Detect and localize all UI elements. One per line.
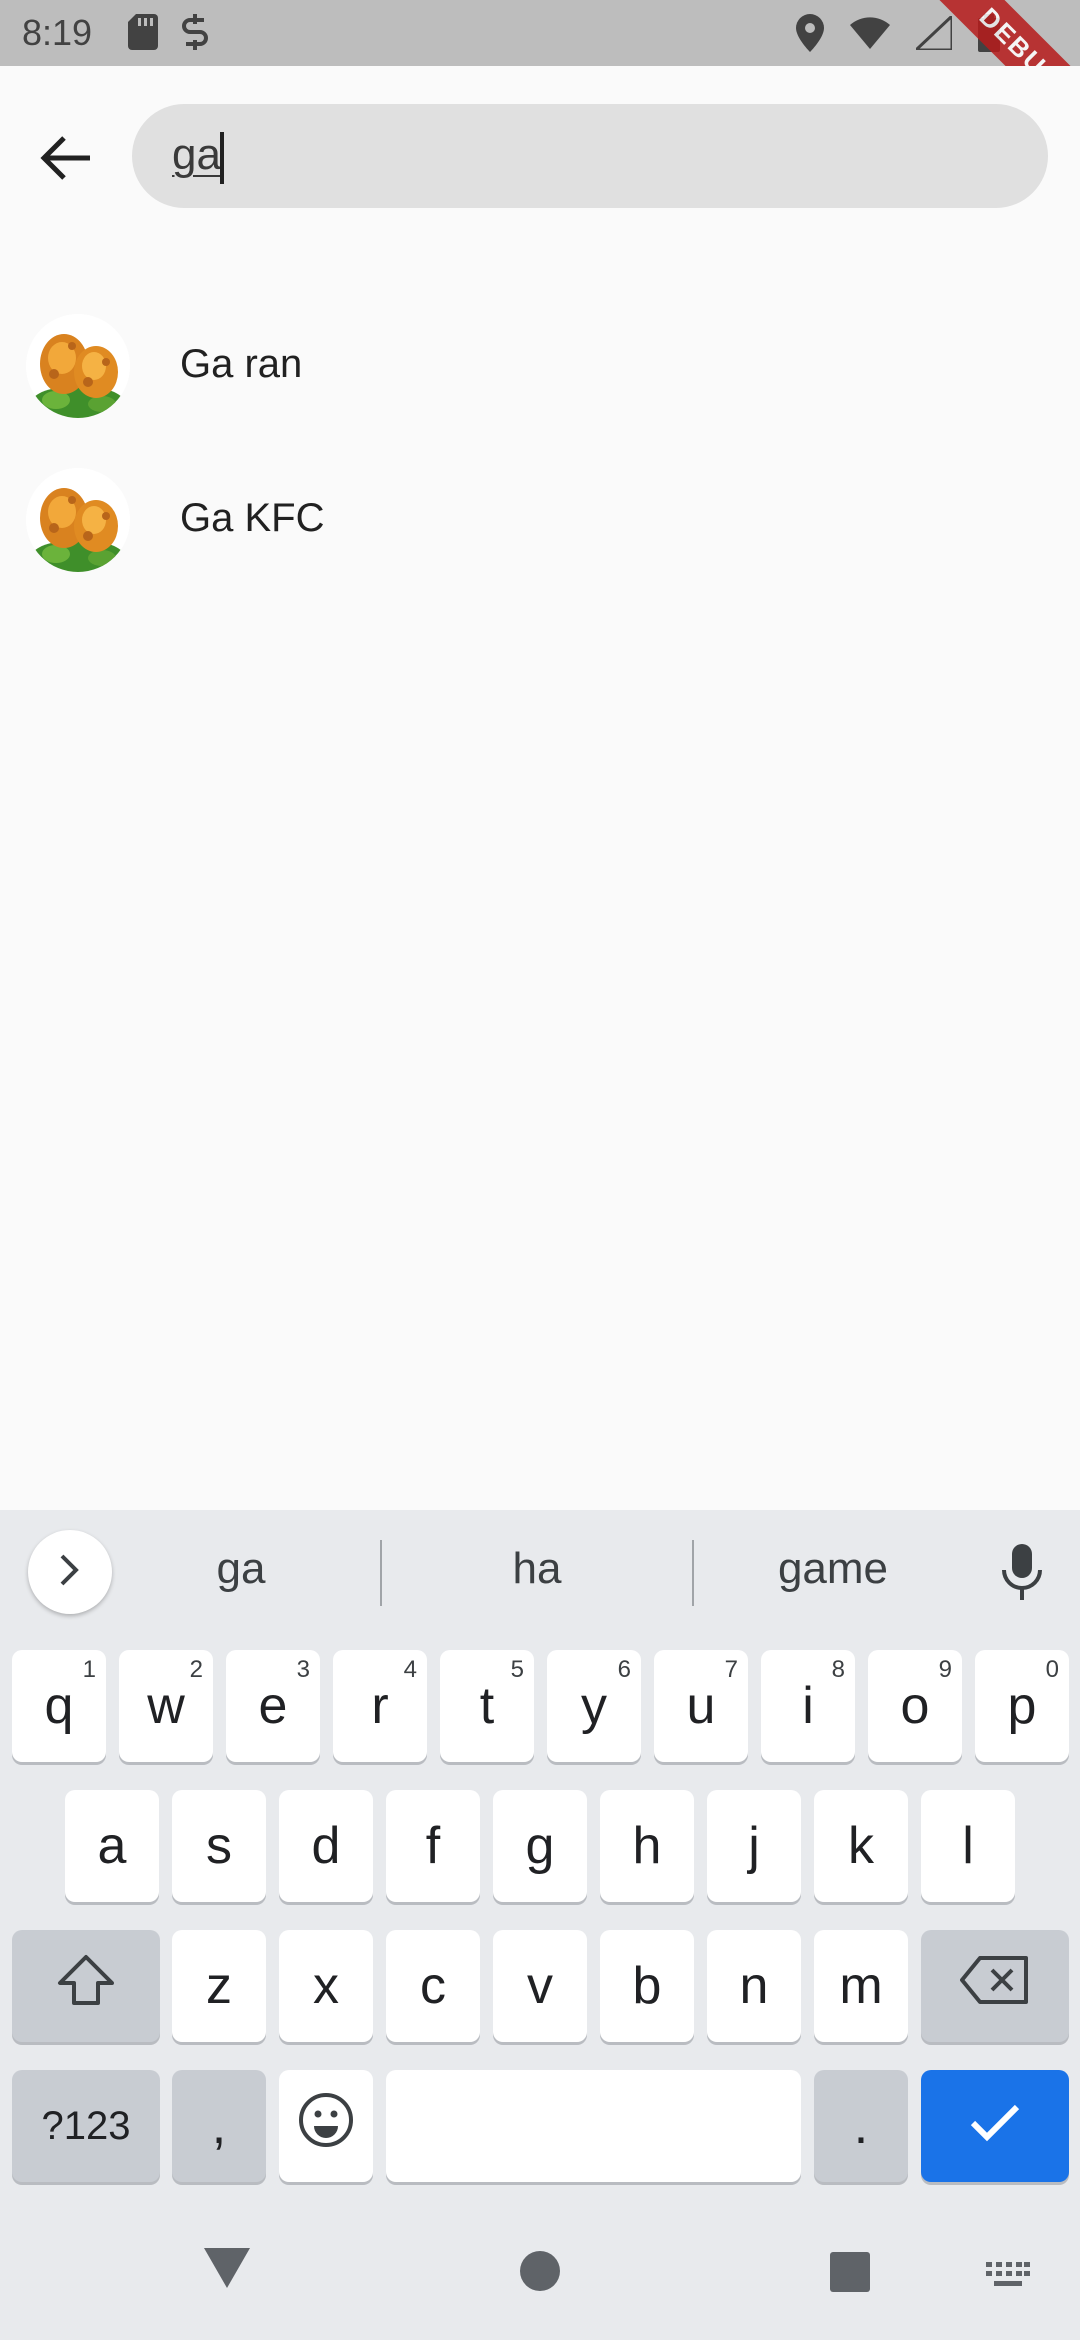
mic-icon[interactable] — [1000, 1544, 1044, 1605]
expand-toolbar-button[interactable] — [28, 1530, 112, 1614]
chevron-right-icon — [58, 1553, 82, 1592]
key-g[interactable]: g — [493, 1790, 587, 1902]
list-item-result[interactable]: Ga ran — [0, 290, 1080, 444]
key-e[interactable]: e3 — [226, 1650, 320, 1762]
home-circle-icon[interactable] — [519, 2250, 561, 2297]
key-y[interactable]: y6 — [547, 1650, 641, 1762]
search-query-text: ga — [172, 130, 221, 179]
key-n[interactable]: n — [707, 1930, 801, 2042]
sync-icon — [180, 14, 210, 55]
backspace-key[interactable] — [921, 1930, 1069, 2042]
key-s[interactable]: s — [172, 1790, 266, 1902]
check-icon — [969, 2096, 1021, 2156]
key-u[interactable]: u7 — [654, 1650, 748, 1762]
key-k[interactable]: k — [814, 1790, 908, 1902]
period-key[interactable]: . — [814, 2070, 908, 2182]
shift-icon — [56, 1953, 116, 2020]
key-j[interactable]: j — [707, 1790, 801, 1902]
back-button[interactable] — [30, 124, 102, 196]
key-d[interactable]: d — [279, 1790, 373, 1902]
fried-chicken-avatar — [26, 314, 130, 418]
done-key[interactable] — [921, 2070, 1069, 2182]
key-t[interactable]: t5 — [440, 1650, 534, 1762]
suggestion-divider — [380, 1540, 382, 1606]
result-label: Ga ran — [180, 342, 303, 386]
key-i[interactable]: i8 — [761, 1650, 855, 1762]
key-o[interactable]: o9 — [868, 1650, 962, 1762]
search-results-list: Ga ran Ga KFC — [0, 290, 1080, 598]
signal-icon — [912, 12, 954, 55]
key-w[interactable]: w2 — [119, 1650, 213, 1762]
backspace-icon — [960, 1955, 1030, 2017]
suggestion-item[interactable]: ga — [116, 1544, 366, 1594]
location-icon — [796, 14, 824, 57]
key-x[interactable]: x — [279, 1930, 373, 2042]
search-input[interactable]: ga — [132, 104, 1048, 208]
search-header: ga — [0, 66, 1080, 246]
emoji-key[interactable] — [279, 2070, 373, 2182]
key-r[interactable]: r4 — [333, 1650, 427, 1762]
fried-chicken-avatar — [26, 468, 130, 572]
result-label: Ga KFC — [180, 496, 325, 540]
key-f[interactable]: f — [386, 1790, 480, 1902]
key-h[interactable]: h — [600, 1790, 694, 1902]
space-key[interactable] — [386, 2070, 801, 2182]
keyboard-switch-icon[interactable] — [986, 2262, 1030, 2295]
recents-square-icon[interactable] — [830, 2252, 870, 2297]
key-c[interactable]: c — [386, 1930, 480, 2042]
navigation-bar — [0, 2200, 1080, 2340]
symbols-key[interactable]: ?123 — [12, 2070, 160, 2182]
key-v[interactable]: v — [493, 1930, 587, 2042]
key-z[interactable]: z — [172, 1930, 266, 2042]
back-triangle-icon[interactable] — [204, 2248, 250, 2293]
suggestion-divider — [692, 1540, 694, 1606]
suggestion-item[interactable]: game — [708, 1544, 958, 1594]
key-q[interactable]: q1 — [12, 1650, 106, 1762]
status-bar: 8:19 DEBUG — [0, 0, 1080, 154]
suggestion-item[interactable]: ha — [412, 1544, 662, 1594]
key-p[interactable]: p0 — [975, 1650, 1069, 1762]
suggestion-strip: ga ha game — [0, 1510, 1080, 1640]
key-b[interactable]: b — [600, 1930, 694, 2042]
shift-key[interactable] — [12, 1930, 160, 2042]
wifi-icon — [850, 17, 890, 54]
text-caret — [220, 132, 224, 184]
comma-key[interactable]: , — [172, 2070, 266, 2182]
arrow-back-icon — [40, 135, 92, 186]
key-m[interactable]: m — [814, 1930, 908, 2042]
sd-card-icon — [128, 14, 158, 55]
emoji-icon — [298, 2092, 354, 2161]
status-time: 8:19 — [22, 12, 93, 53]
list-item-result[interactable]: Ga KFC — [0, 444, 1080, 598]
key-a[interactable]: a — [65, 1790, 159, 1902]
key-l[interactable]: l — [921, 1790, 1015, 1902]
